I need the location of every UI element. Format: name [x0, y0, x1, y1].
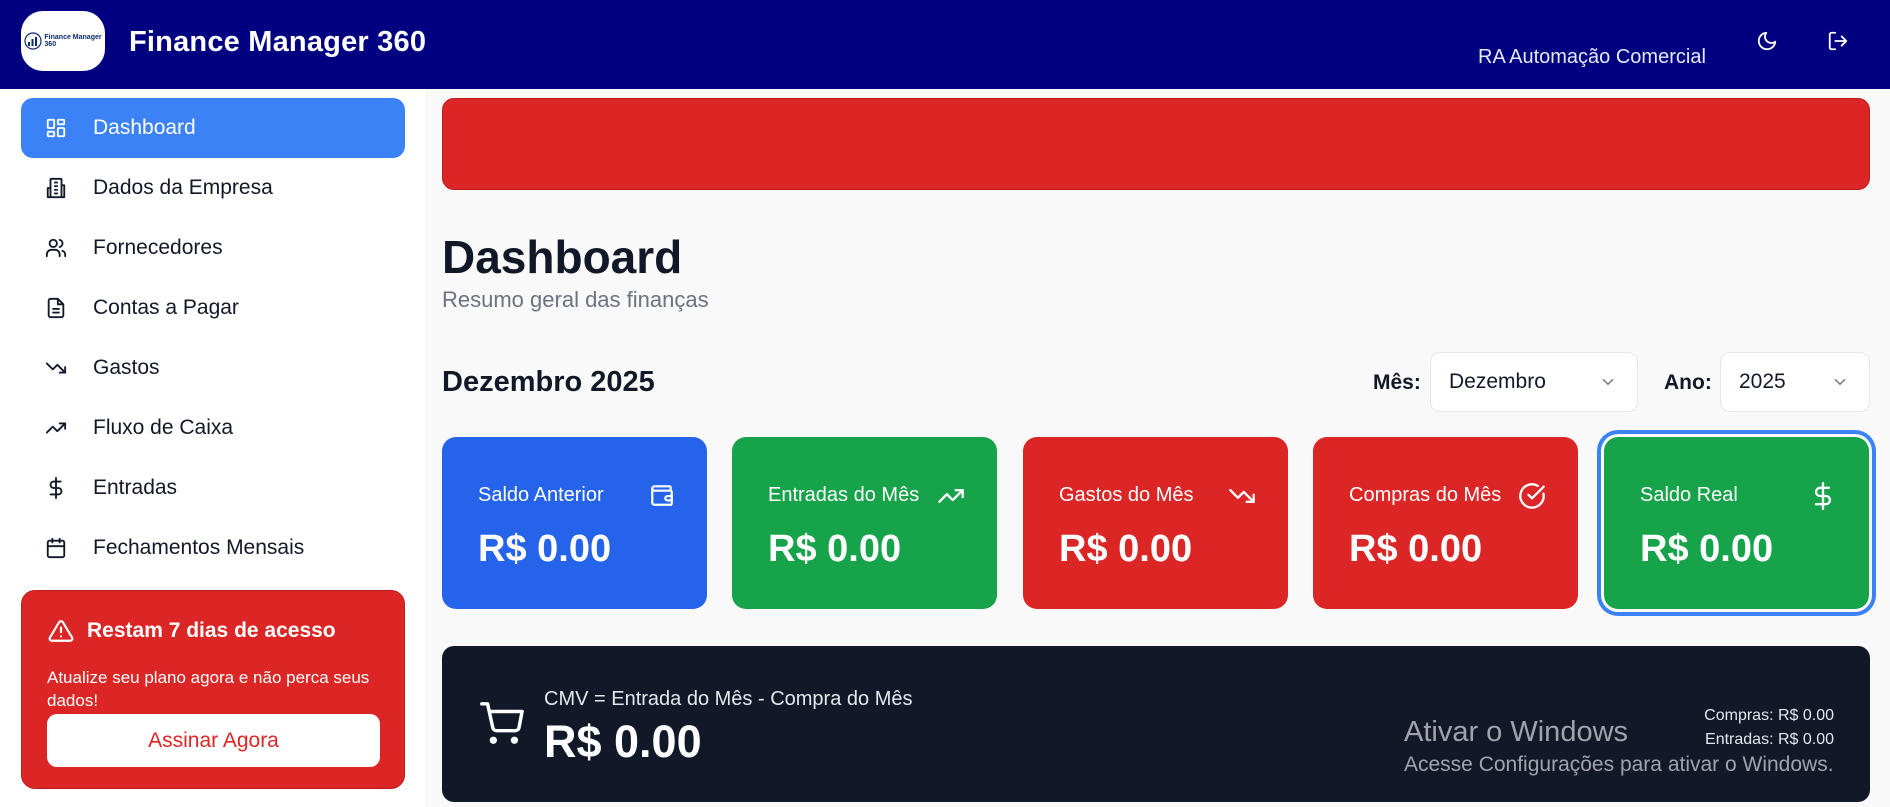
year-select[interactable]: 2025: [1720, 352, 1870, 412]
card-title: Compras do Mês: [1349, 484, 1502, 506]
cmv-breakdown: Compras: R$ 0.00 Entradas: R$ 0.00: [1704, 704, 1834, 752]
logo-sub: 360: [44, 41, 57, 48]
card-entradas-do-mes[interactable]: Entradas do Mês R$ 0.00: [732, 437, 997, 609]
card-value: R$ 0.00: [1640, 528, 1774, 570]
theme-toggle-button[interactable]: [1752, 26, 1782, 56]
subscribe-button[interactable]: Assinar Agora: [47, 714, 380, 767]
sidebar-item-label: Dados da Empresa: [93, 176, 273, 199]
building-icon: [45, 177, 75, 199]
trial-warning-card: Restam 7 dias de acesso Atualize seu pla…: [21, 590, 405, 789]
warning-triangle-icon: [48, 620, 74, 642]
sidebar-item-label: Fornecedores: [93, 236, 223, 259]
trial-title: Restam 7 dias de acesso: [87, 619, 336, 642]
cmv-panel: CMV = Entrada do Mês - Compra do Mês R$ …: [442, 646, 1870, 802]
sidebar: Dashboard Dados da Empresa Fornecedores …: [0, 89, 425, 807]
card-title: Entradas do Mês: [768, 484, 920, 506]
sidebar-item-label: Entradas: [93, 476, 178, 499]
logo-chart-icon: [24, 32, 43, 50]
sidebar-item-fornecedores[interactable]: Fornecedores: [21, 218, 405, 278]
sidebar-item-label: Fechamentos Mensais: [93, 536, 305, 559]
card-value: R$ 0.00: [768, 528, 902, 570]
sidebar-item-label: Fluxo de Caixa: [93, 416, 234, 439]
card-value: R$ 0.00: [478, 528, 612, 570]
chevron-down-icon: [1834, 379, 1846, 386]
check-circle-icon: [1519, 483, 1545, 509]
year-select-value: 2025: [1739, 370, 1786, 393]
moon-icon: [1757, 31, 1777, 51]
trial-message: Atualize seu plano agora e não perca seu…: [47, 668, 370, 710]
dollar-icon: [1814, 482, 1832, 510]
card-compras-do-mes[interactable]: Compras do Mês R$ 0.00: [1313, 437, 1578, 609]
month-select-value: Dezembro: [1449, 370, 1546, 393]
sidebar-item-fechamentos-mensais[interactable]: Fechamentos Mensais: [21, 518, 405, 578]
page-subtitle: Resumo geral das finanças: [442, 287, 709, 312]
year-filter-label: Ano:: [1664, 371, 1712, 394]
card-title: Gastos do Mês: [1059, 484, 1194, 506]
card-saldo-anterior[interactable]: Saldo Anterior R$ 0.00: [442, 437, 707, 609]
sidebar-item-label: Dashboard: [93, 116, 196, 139]
month-filter-label: Mês:: [1373, 371, 1421, 394]
sidebar-item-contas-a-pagar[interactable]: Contas a Pagar: [21, 278, 405, 338]
company-name: RA Automação Comercial: [1478, 46, 1706, 68]
sidebar-item-label: Gastos: [93, 356, 160, 379]
sidebar-item-dados-empresa[interactable]: Dados da Empresa: [21, 158, 405, 218]
calendar-icon: [45, 537, 75, 559]
sidebar-item-dashboard[interactable]: Dashboard: [21, 98, 405, 158]
page-title: Dashboard: [442, 231, 683, 283]
shopping-cart-icon: [480, 702, 524, 744]
users-icon: [45, 237, 75, 259]
card-value: R$ 0.00: [1349, 528, 1483, 570]
card-gastos-do-mes[interactable]: Gastos do Mês R$ 0.00: [1023, 437, 1288, 609]
sidebar-item-label: Contas a Pagar: [93, 296, 239, 319]
app-title: Finance Manager 360: [129, 26, 427, 58]
sidebar-item-entradas[interactable]: Entradas: [21, 458, 405, 518]
logout-icon: [1828, 31, 1848, 51]
trending-down-icon: [45, 357, 75, 379]
card-value: R$ 0.00: [1059, 528, 1193, 570]
month-select[interactable]: Dezembro: [1430, 352, 1638, 412]
sidebar-item-fluxo-de-caixa[interactable]: Fluxo de Caixa: [21, 398, 405, 458]
dollar-icon: [45, 477, 75, 499]
trending-down-icon: [1229, 489, 1255, 503]
logo-text: Finance Manager: [44, 34, 102, 41]
trending-up-icon: [938, 489, 964, 503]
top-header: Finance Manager 360 Finance Manager 360 …: [0, 0, 1890, 89]
sidebar-item-gastos[interactable]: Gastos: [21, 338, 405, 398]
cmv-entradas: Entradas: R$ 0.00: [1705, 731, 1834, 748]
card-title: Saldo Real: [1640, 484, 1738, 506]
chevron-down-icon: [1602, 379, 1614, 386]
trial-header: Restam 7 dias de acesso: [47, 618, 336, 644]
trending-up-icon: [45, 417, 75, 439]
cmv-value: R$ 0.00: [544, 716, 702, 767]
cmv-formula: CMV = Entrada do Mês - Compra do Mês: [544, 688, 913, 710]
period-heading: Dezembro 2025: [442, 366, 655, 398]
card-saldo-real[interactable]: Saldo Real R$ 0.00: [1604, 437, 1869, 609]
card-title: Saldo Anterior: [478, 484, 604, 506]
wallet-icon: [651, 485, 673, 506]
logout-button[interactable]: [1823, 26, 1853, 56]
app-logo[interactable]: Finance Manager 360: [21, 11, 105, 71]
dashboard-grid-icon: [45, 117, 75, 139]
cmv-compras: Compras: R$ 0.00: [1704, 707, 1834, 724]
alert-banner: [442, 98, 1870, 190]
file-text-icon: [45, 297, 75, 319]
